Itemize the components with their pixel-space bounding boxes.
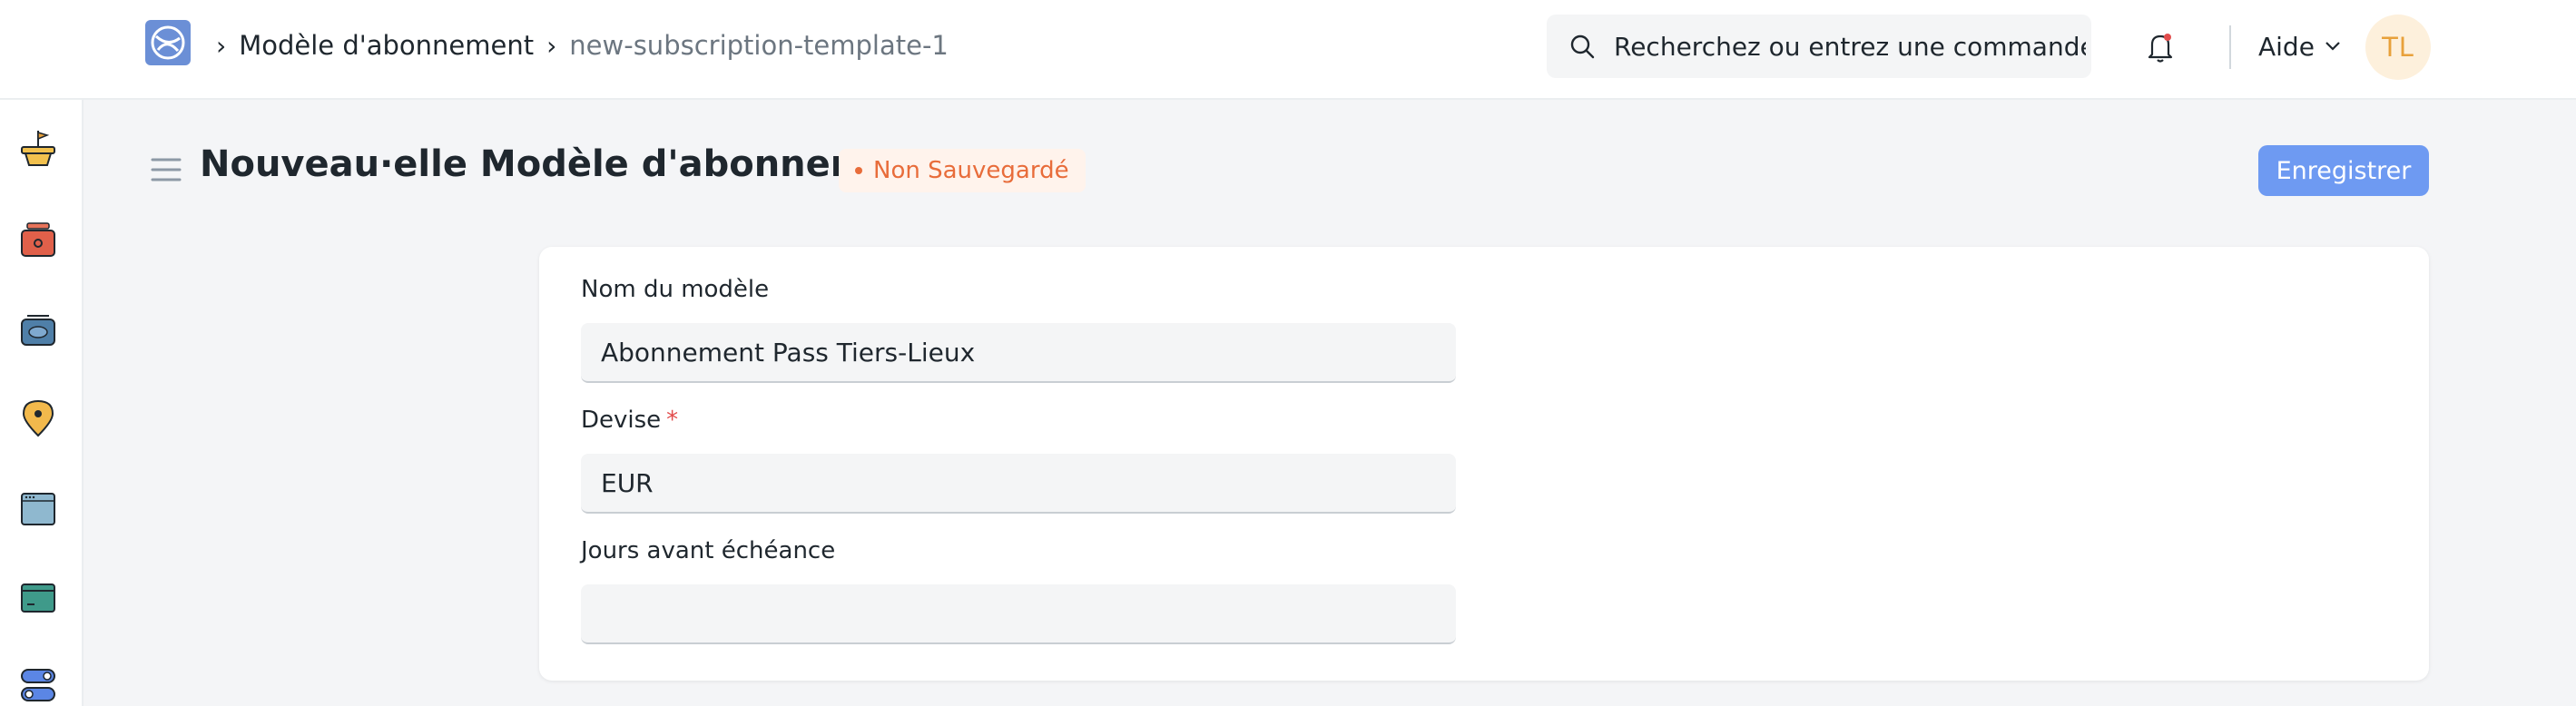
sidebar-item-tray[interactable] [18,307,58,350]
search-bar[interactable] [1547,15,2091,78]
breadcrumb-doctype[interactable]: Modèle d'abonnement [239,30,534,61]
sidebar [0,100,84,706]
chevron-right-icon: › [216,30,227,61]
days-until-due-label: Jours avant échéance [581,537,836,564]
form-card: Nom du modèle Devise* Jours avant échéan… [539,247,2429,681]
search-icon [1570,34,1595,59]
page-title: Nouveau·elle Modèle d'abonnement [200,143,937,185]
search-input[interactable] [1614,31,2086,62]
sidebar-item-card[interactable] [18,575,58,619]
app-logo-icon[interactable] [145,20,191,65]
status-dot-icon [855,167,862,174]
register-icon [21,222,55,257]
chevron-down-icon [2325,42,2340,51]
days-until-due-input[interactable] [581,584,1456,644]
breadcrumb-document[interactable]: new-subscription-template-1 [569,30,949,61]
notification-bell-icon[interactable] [2144,29,2177,65]
sidebar-item-plant[interactable] [18,127,58,171]
currency-label: Devise * [581,407,678,434]
currency-input[interactable] [581,454,1456,514]
sidebar-item-location[interactable] [18,396,58,439]
breadcrumb: › Modèle d'abonnement › new-subscription… [212,27,949,64]
menu-icon[interactable] [151,156,182,183]
required-mark: * [666,407,679,434]
navbar-divider [2229,25,2231,69]
sidebar-item-window[interactable] [18,486,58,530]
status-label: Non Sauvegardé [873,157,1069,184]
help-label: Aide [2258,31,2315,62]
template-name-input[interactable] [581,323,1456,383]
toggle-icon [21,669,55,701]
template-name-label: Nom du modèle [581,276,770,303]
user-avatar[interactable]: TL [2365,15,2431,80]
status-badge: Non Sauvegardé [839,149,1086,192]
location-pin-icon [22,399,54,437]
save-button[interactable]: Enregistrer [2258,145,2429,196]
top-navbar: › Modèle d'abonnement › new-subscription… [0,0,2576,100]
plant-pot-icon [21,131,55,166]
currency-label-text: Devise [581,407,662,434]
sidebar-item-register[interactable] [18,218,58,261]
sidebar-item-toggle[interactable] [18,664,58,706]
help-dropdown[interactable]: Aide [2258,27,2342,65]
card-icon [21,583,55,613]
tray-icon [21,315,55,346]
window-icon [21,493,55,525]
chevron-right-icon: › [546,30,557,61]
